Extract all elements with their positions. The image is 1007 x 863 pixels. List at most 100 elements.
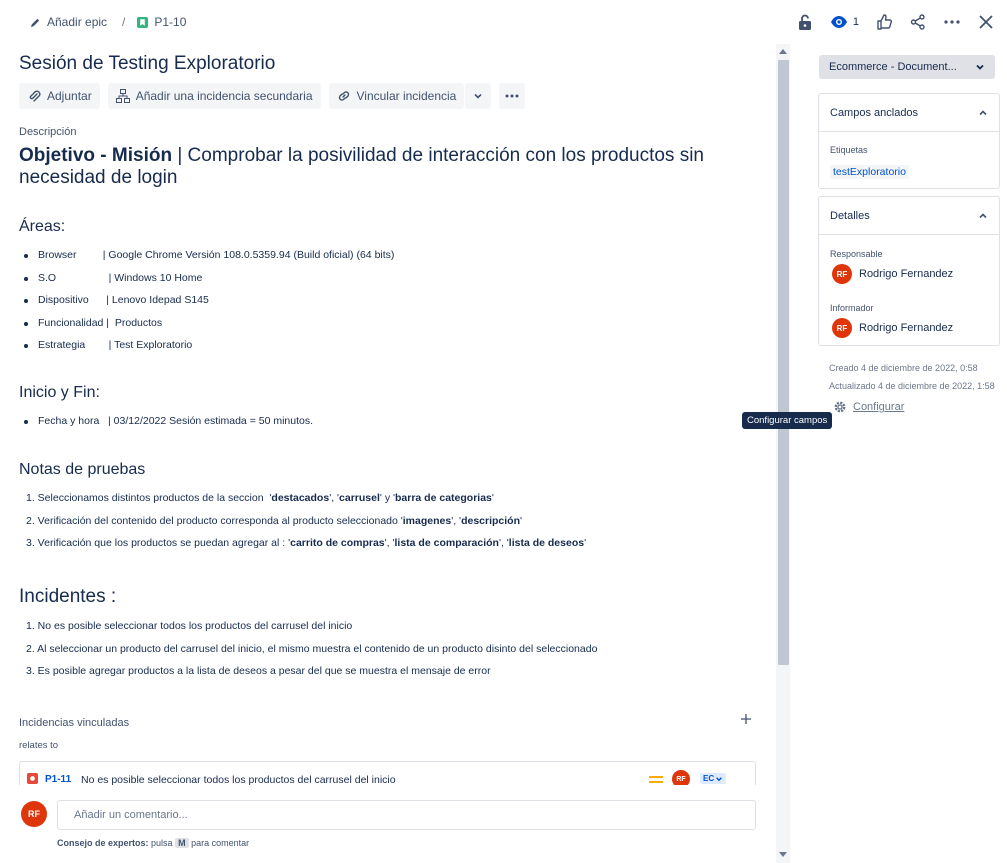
comment-tip: Consejo de expertos: pulsa M para coment… [57, 838, 249, 848]
note-number: 2. [26, 514, 35, 527]
breadcrumb-issue[interactable]: / P1-10 [122, 15, 186, 29]
attach-label: Adjuntar [47, 89, 92, 103]
description-label: Descripción [19, 126, 77, 138]
avatar: RF [21, 801, 47, 827]
thumbs-up-icon[interactable] [875, 13, 893, 31]
note-emphasis: descripción [461, 514, 520, 527]
list-item: Fecha y hora | 03/12/2022 Sesión estimad… [19, 415, 313, 438]
note-emphasis: destacados [271, 492, 330, 504]
scroll-down-icon[interactable] [779, 852, 787, 858]
reporter-label: Informador [830, 303, 874, 313]
attach-button[interactable]: Adjuntar [19, 83, 100, 109]
status-label: EC [703, 774, 715, 783]
chevron-down-icon [473, 91, 483, 101]
note-text: Verificación que los productos se puedan… [34, 537, 291, 549]
scroll-up-icon[interactable] [779, 48, 787, 54]
scrollbar-thumb[interactable] [778, 60, 789, 665]
chevron-down-icon [715, 775, 723, 783]
more-icon [505, 94, 519, 98]
configure-label: Configurar [853, 401, 905, 413]
issue-title[interactable]: Sesión de Testing Exploratorio [19, 53, 275, 75]
incident-item: 2. Al seleccionar un producto del carrus… [26, 642, 598, 655]
note-text: Seleccionamos distintos productos de la … [34, 492, 272, 504]
note-emphasis: lista de deseos [508, 537, 585, 549]
priority-medium-icon [649, 775, 663, 785]
note-item: 1. Seleccionamos distintos productos de … [19, 492, 586, 515]
add-child-issue-button[interactable]: Añadir una incidencia secundaria [107, 83, 321, 109]
status-badge[interactable]: EC [700, 773, 727, 784]
description-objective[interactable]: Objetivo - Misión | Comprobar la posivil… [19, 145, 759, 189]
note-text: ', ' [329, 492, 340, 504]
tip-text: pulsa [148, 838, 176, 848]
issue-header-bar: Añadir epic / P1-10 1 [0, 0, 1007, 44]
tip-bold: Consejo de expertos: [57, 838, 149, 848]
list-item: Estrategia | Test Exploratorio [19, 339, 394, 362]
pinned-fields-panel: Campos anclados Etiquetas testExplorator… [818, 93, 1000, 189]
more-button[interactable] [499, 83, 526, 109]
details-panel: Detalles Responsable RF Rodrigo Fernande… [818, 196, 1000, 346]
note-text: ' [520, 514, 523, 527]
note-segments: Seleccionamos distintos productos de la … [35, 492, 494, 504]
note-text: ', ' [498, 537, 509, 549]
created-date: Creado 4 de diciembre de 2022, 0:58 [829, 363, 978, 373]
note-text: Verificación del contenido del producto … [34, 514, 403, 527]
note-text: ', ' [451, 514, 462, 527]
reporter-name[interactable]: Rodrigo Fernandez [859, 322, 953, 334]
label-tag[interactable]: testExploratorio [830, 162, 909, 180]
label-value: testExploratorio [830, 165, 909, 179]
pinned-fields-header[interactable]: Campos anclados [819, 94, 999, 132]
chevron-up-icon [978, 108, 988, 118]
note-segments: Verificación del contenido del producto … [35, 515, 522, 527]
note-emphasis: carrito de compras [290, 537, 385, 549]
add-epic-link[interactable]: Añadir epic [30, 15, 107, 29]
watch-button[interactable]: 1 [830, 15, 859, 29]
note-emphasis: imagenes [402, 514, 452, 527]
incidents-list: 1. No es posible seleccionar todos los p… [19, 620, 597, 688]
note-emphasis: carrusel [339, 492, 380, 504]
watch-count: 1 [852, 16, 859, 28]
lock-icon[interactable] [796, 13, 814, 31]
share-icon[interactable] [909, 13, 927, 31]
add-link-icon[interactable] [740, 713, 752, 725]
issue-action-bar: Adjuntar Añadir una incidencia secundari… [19, 83, 526, 109]
labels-field-label: Etiquetas [830, 145, 868, 155]
details-header[interactable]: Detalles [819, 197, 999, 235]
note-emphasis: barra de categorias [395, 492, 492, 504]
updated-date: Actualizado 4 de diciembre de 2022, 1:58 [829, 381, 995, 391]
link-issue-label: Vincular incidencia [356, 89, 457, 103]
configure-fields-button[interactable]: Configurar [833, 400, 904, 414]
note-number: 1. [26, 492, 35, 504]
configure-fields-tooltip: Configurar campos [742, 412, 833, 429]
link-issue-button[interactable]: Vincular incidencia [328, 83, 465, 109]
linked-issue-key[interactable]: P1-11 [45, 774, 71, 785]
comment-input[interactable]: Añadir un comentario... [57, 800, 756, 830]
list-item: Dispositivo | Lenovo Idepad S145 [19, 294, 394, 317]
hierarchy-icon [115, 89, 130, 103]
list-item: Browser | Google Chrome Versión 108.0.53… [19, 249, 394, 272]
pencil-icon [30, 17, 41, 28]
note-text: ' y ' [379, 492, 395, 504]
note-item: 3. Verificación que los productos se pue… [19, 537, 586, 560]
status-dropdown-button[interactable]: Ecommerce - Document... [819, 55, 995, 79]
bug-icon [27, 773, 38, 784]
timing-list: Fecha y hora | 03/12/2022 Sesión estimad… [19, 415, 313, 438]
list-item: S.O | Windows 10 Home [19, 272, 394, 295]
assignee-name[interactable]: Rodrigo Fernandez [859, 268, 953, 280]
story-icon [137, 16, 149, 28]
add-child-label: Añadir una incidencia secundaria [135, 89, 313, 103]
issue-key: P1-10 [154, 15, 187, 29]
areas-heading: Áreas: [19, 218, 66, 235]
link-icon [337, 89, 351, 103]
link-issue-dropdown[interactable] [465, 83, 492, 109]
breadcrumb-separator: / [122, 15, 126, 29]
add-epic-label: Añadir epic [47, 15, 108, 29]
pinned-fields-title: Campos anclados [830, 106, 919, 119]
assignee-label: Responsable [830, 249, 883, 259]
note-text: ' [584, 537, 587, 549]
note-text: ' [491, 492, 494, 504]
areas-list: Browser | Google Chrome Versión 108.0.53… [19, 249, 394, 362]
more-actions-icon[interactable] [943, 13, 961, 31]
incident-item: 1. No es posible seleccionar todos los p… [26, 620, 353, 632]
close-icon[interactable] [977, 13, 995, 31]
linked-issues-heading: Incidencias vinculadas [19, 717, 130, 729]
